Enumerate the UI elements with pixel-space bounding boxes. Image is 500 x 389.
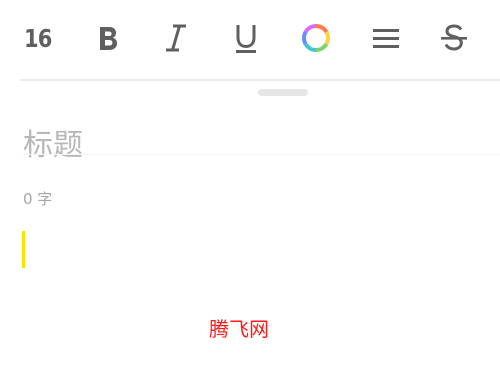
strikethrough-icon xyxy=(441,24,467,51)
left-edge xyxy=(0,0,20,389)
font-size-label: 16 xyxy=(24,23,52,53)
underline-icon xyxy=(236,25,256,53)
align-lines-icon xyxy=(373,29,399,48)
text-color-button[interactable] xyxy=(299,18,333,58)
note-editor-screen: 16 标题 0 字 腾飞网 xyxy=(0,0,500,389)
font-size-button[interactable]: 16 xyxy=(24,18,52,58)
title-separator xyxy=(22,154,500,155)
word-count: 0 字 xyxy=(23,190,53,208)
bold-icon xyxy=(100,27,117,50)
title-input[interactable] xyxy=(23,124,373,166)
toolbar-divider xyxy=(20,79,500,81)
underline-button[interactable] xyxy=(231,18,261,58)
italic-icon xyxy=(166,24,186,52)
bold-button[interactable] xyxy=(93,18,123,58)
drag-handle[interactable] xyxy=(258,89,308,96)
watermark-text: 腾飞网 xyxy=(209,317,269,341)
italic-button[interactable] xyxy=(162,18,190,58)
text-cursor xyxy=(22,231,25,268)
strikethrough-button[interactable] xyxy=(437,18,471,58)
color-wheel-icon xyxy=(302,23,330,53)
align-button[interactable] xyxy=(369,18,403,58)
